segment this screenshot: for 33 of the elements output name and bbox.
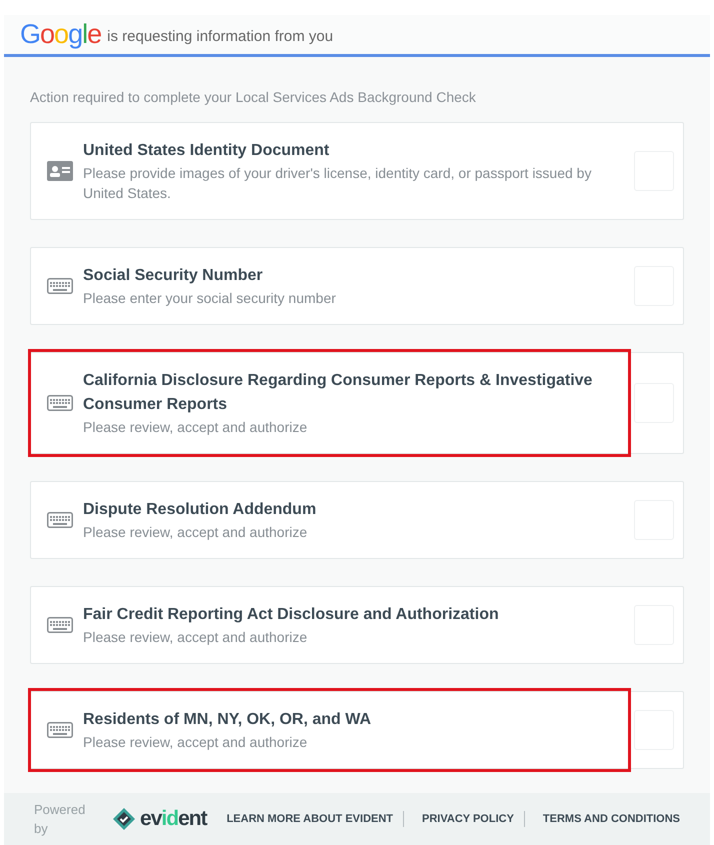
google-logo: Google [20,21,102,48]
requirement-card[interactable]: Fair Credit Reporting Act Disclosure and Authorization Please review, accept and authorize [30,586,684,664]
card-description: Please review, accept and authorize [83,628,308,647]
footer-link[interactable]: PRIVACY POLICY [422,810,514,828]
evident-logo: evident [140,806,207,832]
requirement-card[interactable]: Dispute Resolution Addendum Please review, accept and authorize [30,481,684,559]
requirement-card[interactable]: California Disclosure Regarding Consumer Reports & Investigative Consumer Reports Please review, accept and authorize [30,352,684,454]
card-title: Dispute Resolution Addendum [83,500,318,520]
keyboard-icon [47,278,73,294]
card-title: California Disclosure Regarding Consumer Reports & Investigative Consumer Reports [83,371,594,415]
footer-link[interactable]: TERMS AND CONDITIONS [542,810,680,828]
card-description: Please review, accept and authorize [83,523,308,542]
id-card-icon [47,161,73,181]
requirement-card[interactable]: United States Identity Document Please provide images of your driver's license, identity card, or passport issued by United States. [30,122,684,220]
footer-link[interactable]: LEARN MORE ABOUT EVIDENT [226,810,394,828]
requirement-card[interactable]: Social Security Number Please enter your social security number [30,247,684,325]
keyboard-icon [47,617,73,633]
keyboard-icon [47,395,73,411]
requirement-card[interactable]: Residents of MN, NY, OK, OR, and WA Please review, accept and authorize [30,691,684,769]
keyboard-icon [47,722,73,738]
card-description: Please review, accept and authorize [83,418,308,437]
card-title: United States Identity Document [83,141,330,161]
card-title: Fair Credit Reporting Act Disclosure and Authorization [83,605,500,625]
header-text: is requesting information from you [107,26,334,47]
card-title: Social Security Number [83,266,264,286]
evident-logo-icon [112,807,136,831]
card-description: Please enter your social security number [83,289,337,308]
card-description: Please provide images of your driver's license, identity card, or passport issued by United States. [83,164,592,203]
keyboard-icon [47,512,73,528]
intro-text: Action required to complete your Local Services Ads Background Check [30,88,477,107]
card-title: Residents of MN, NY, OK, OR, and WA [83,710,372,730]
powered-by-text: Powered by [34,800,86,838]
card-description: Please review, accept and authorize [83,733,308,752]
